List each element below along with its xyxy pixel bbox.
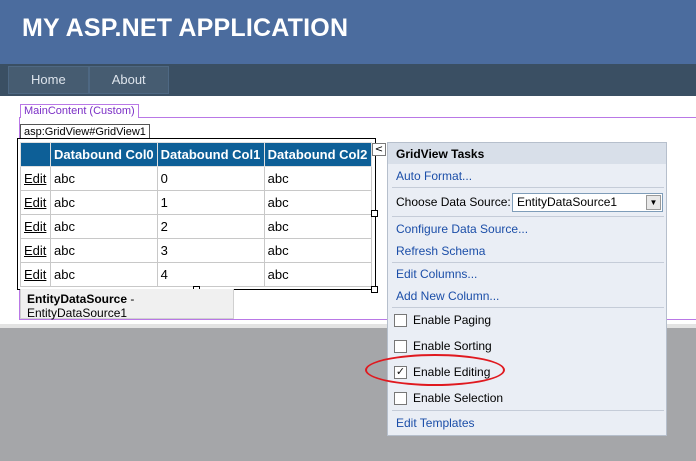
grid-cell: abc bbox=[263, 190, 372, 215]
edit-link[interactable]: Edit bbox=[24, 195, 46, 210]
grid-row: Edit abc 0 abc bbox=[20, 166, 372, 191]
edit-templates-link[interactable]: Edit Templates bbox=[396, 416, 475, 430]
edit-link[interactable]: Edit bbox=[24, 171, 46, 186]
grid-cell: 4 bbox=[156, 262, 265, 287]
tasks-title: GridView Tasks bbox=[388, 143, 666, 164]
grid-cell: abc bbox=[263, 262, 372, 287]
add-column-link[interactable]: Add New Column... bbox=[396, 289, 499, 303]
edit-link[interactable]: Edit bbox=[24, 219, 46, 234]
resize-handle-right[interactable] bbox=[371, 210, 378, 217]
enable-paging-label: Enable Paging bbox=[413, 313, 492, 327]
grid-edit-cell: Edit bbox=[20, 166, 51, 191]
edit-columns-link[interactable]: Edit Columns... bbox=[396, 267, 477, 281]
grid-cell: 2 bbox=[156, 214, 265, 239]
smart-tag-collapse-icon[interactable]: < bbox=[372, 143, 386, 156]
nav-item-about[interactable]: About bbox=[88, 66, 169, 94]
datasource-name: EntityDataSource1 bbox=[27, 306, 128, 320]
grid-header-cell: Databound Col1 bbox=[156, 142, 265, 167]
grid-cell: 1 bbox=[156, 190, 265, 215]
edit-link[interactable]: Edit bbox=[24, 243, 46, 258]
grid-row: Edit abc 3 abc bbox=[20, 238, 372, 263]
edit-link[interactable]: Edit bbox=[24, 267, 46, 282]
chevron-down-icon[interactable]: ▼ bbox=[646, 195, 661, 210]
selected-datasource: EntityDataSource1 bbox=[517, 195, 618, 209]
enable-paging-checkbox[interactable] bbox=[394, 313, 407, 327]
enable-sorting-checkbox[interactable] bbox=[394, 339, 407, 353]
auto-format-link[interactable]: Auto Format... bbox=[396, 169, 472, 183]
grid-row: Edit abc 2 abc bbox=[20, 214, 372, 239]
grid-edit-cell: Edit bbox=[20, 214, 51, 239]
highlight-annotation bbox=[365, 354, 505, 386]
grid-row: Edit abc 4 abc bbox=[20, 262, 372, 287]
grid-cell: abc bbox=[50, 166, 158, 191]
separator bbox=[392, 307, 664, 308]
datasource-type: EntityDataSource bbox=[27, 292, 128, 306]
grid-edit-cell: Edit bbox=[20, 262, 51, 287]
nav-bar: Home About bbox=[0, 64, 696, 96]
datasource-separator: - bbox=[127, 292, 135, 306]
entity-datasource-control[interactable]: EntityDataSource - EntityDataSource1 bbox=[20, 289, 234, 320]
grid-cell: abc bbox=[263, 166, 372, 191]
grid-row: Edit abc 1 abc bbox=[20, 190, 372, 215]
gridview-table[interactable]: Databound Col0 Databound Col1 Databound … bbox=[20, 142, 372, 287]
gridview-tag: asp:GridView#GridView1 bbox=[20, 124, 150, 139]
choose-datasource-select[interactable]: EntityDataSource1 ▼ bbox=[512, 193, 663, 212]
resize-handle-corner[interactable] bbox=[371, 286, 378, 293]
configure-datasource-link[interactable]: Configure Data Source... bbox=[396, 222, 528, 236]
separator bbox=[392, 216, 664, 217]
grid-header-row: Databound Col0 Databound Col1 Databound … bbox=[20, 142, 372, 167]
app-header: MY ASP.NET APPLICATION bbox=[0, 0, 696, 64]
nav-menu: Home About bbox=[8, 66, 169, 94]
separator bbox=[392, 262, 664, 263]
enable-sorting-option[interactable]: Enable Sorting bbox=[394, 338, 492, 354]
refresh-schema-link[interactable]: Refresh Schema bbox=[396, 244, 485, 258]
content-placeholder-label: MainContent (Custom) bbox=[20, 104, 139, 118]
grid-cell: abc bbox=[50, 214, 158, 239]
enable-selection-label: Enable Selection bbox=[413, 391, 504, 405]
enable-sorting-label: Enable Sorting bbox=[413, 339, 492, 353]
grid-cell: abc bbox=[50, 238, 158, 263]
app-title: MY ASP.NET APPLICATION bbox=[22, 14, 349, 42]
separator bbox=[392, 410, 664, 411]
choose-datasource-label: Choose Data Source: bbox=[396, 195, 511, 209]
grid-cell: abc bbox=[50, 262, 158, 287]
grid-edit-cell: Edit bbox=[20, 238, 51, 263]
enable-paging-option[interactable]: Enable Paging bbox=[394, 312, 491, 328]
nav-item-home[interactable]: Home bbox=[8, 66, 89, 94]
grid-cell: 0 bbox=[156, 166, 265, 191]
grid-cell: abc bbox=[50, 190, 158, 215]
grid-cell: abc bbox=[263, 214, 372, 239]
grid-cell: abc bbox=[263, 238, 372, 263]
grid-header-cell: Databound Col0 bbox=[50, 142, 158, 167]
separator bbox=[392, 187, 664, 188]
enable-selection-option[interactable]: Enable Selection bbox=[394, 390, 503, 406]
enable-selection-checkbox[interactable] bbox=[394, 391, 407, 405]
grid-header-cell: Databound Col2 bbox=[263, 142, 372, 167]
grid-cell: 3 bbox=[156, 238, 265, 263]
grid-edit-cell: Edit bbox=[20, 190, 51, 215]
gridview-tasks-panel: GridView Tasks Auto Format... Choose Dat… bbox=[387, 142, 667, 436]
grid-header-cell bbox=[20, 142, 51, 167]
